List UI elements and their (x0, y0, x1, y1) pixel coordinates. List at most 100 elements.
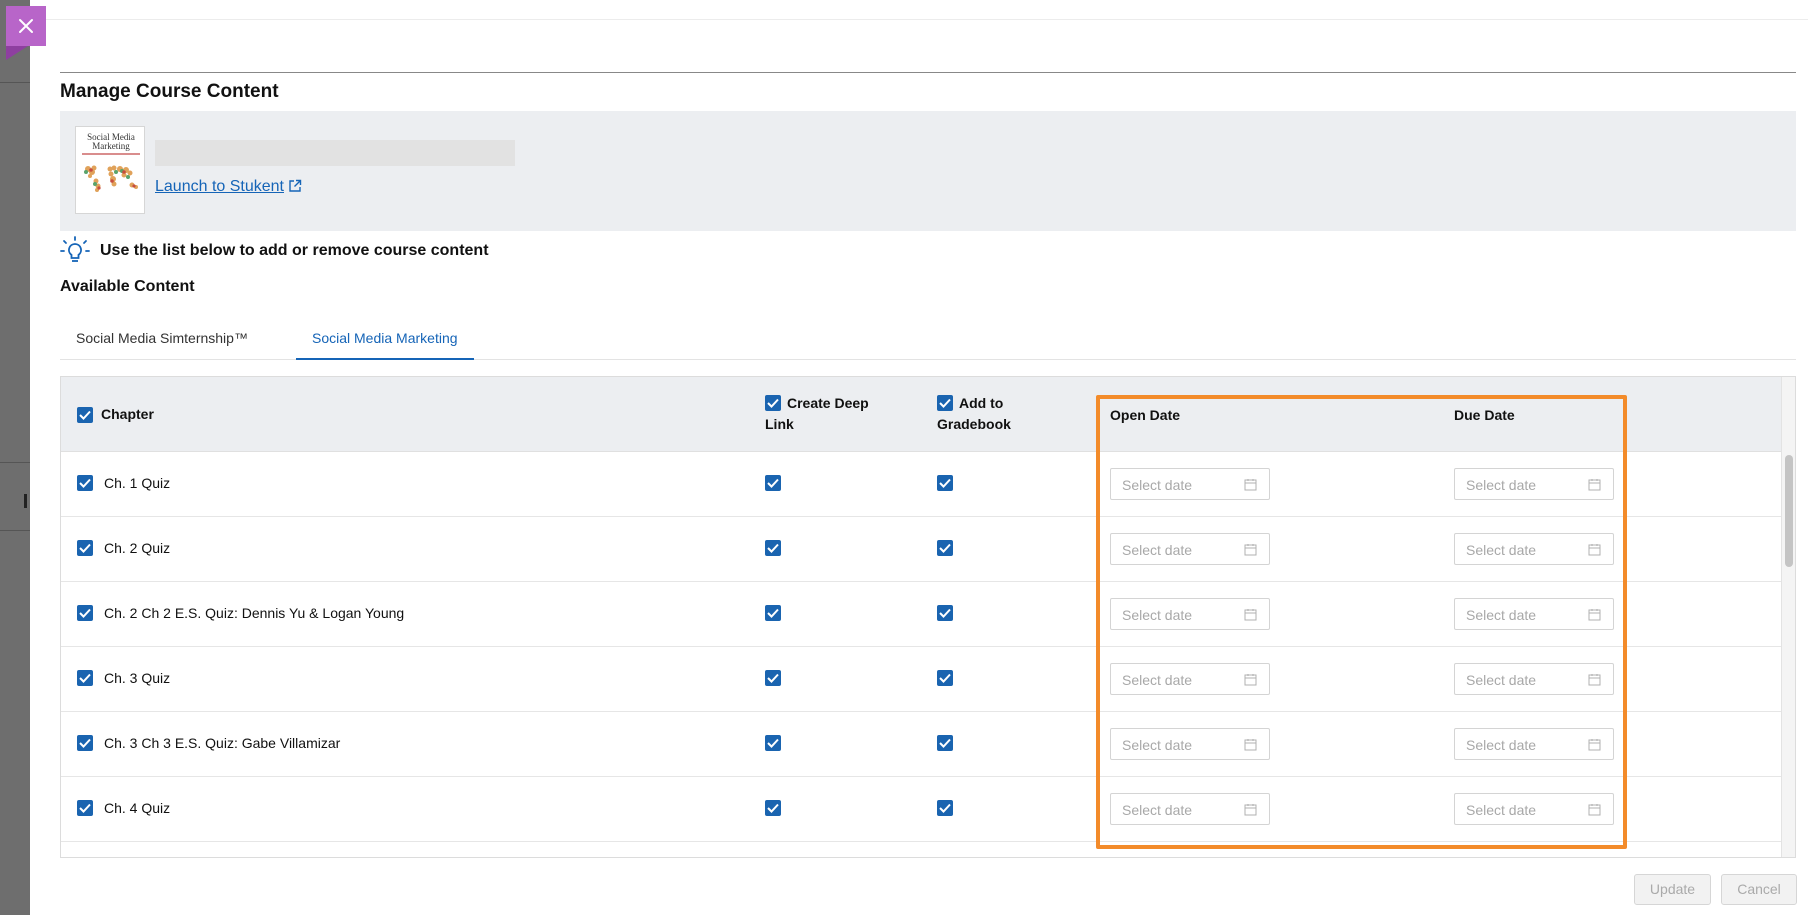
gradebook-checkbox[interactable] (937, 735, 953, 751)
deep-link-all-checkbox[interactable] (765, 395, 781, 411)
course-name-placeholder (155, 140, 515, 166)
open-date-placeholder: Select date (1122, 802, 1193, 818)
due-date-input[interactable]: Select date (1454, 468, 1614, 500)
check-icon (79, 803, 91, 813)
open-date-input[interactable]: Select date (1110, 728, 1270, 760)
open-date-placeholder: Select date (1122, 737, 1193, 753)
deep-link-checkbox[interactable] (765, 800, 781, 816)
chapter-name: Ch. 3 Ch 3 E.S. Quiz: Gabe Villamizar (104, 735, 341, 751)
update-button[interactable]: Update (1634, 874, 1711, 905)
check-icon (939, 478, 951, 488)
due-date-input[interactable]: Select date (1454, 663, 1614, 695)
tab-social-media-simternship[interactable]: Social Media Simternship™ (60, 320, 264, 360)
due-date-input[interactable]: Select date (1454, 533, 1614, 565)
calendar-icon (1588, 609, 1601, 621)
deep-link-checkbox[interactable] (765, 540, 781, 556)
gradebook-checkbox[interactable] (937, 670, 953, 686)
tab-social-media-marketing[interactable]: Social Media Marketing (296, 320, 474, 360)
row-select-checkbox[interactable] (77, 605, 93, 621)
check-icon (79, 478, 91, 488)
row-select-checkbox[interactable] (77, 735, 93, 751)
gradebook-cell (937, 605, 953, 626)
open-date-input[interactable]: Select date (1110, 468, 1270, 500)
available-content-label: Available Content (60, 278, 195, 295)
calendar-icon (1244, 609, 1257, 621)
calendar-icon (1244, 544, 1257, 556)
check-icon (767, 608, 779, 618)
deep-link-cell (765, 475, 781, 496)
due-date-input[interactable]: Select date (1454, 793, 1614, 825)
chapter-cell: Ch. 2 Ch 2 E.S. Quiz: Dennis Yu & Logan … (77, 605, 404, 621)
calendar-icon (1244, 479, 1257, 491)
open-date-input[interactable]: Select date (1110, 663, 1270, 695)
chapter-cell: Ch. 3 Ch 3 E.S. Quiz: Gabe Villamizar (77, 735, 340, 751)
deep-link-cell (765, 735, 781, 756)
check-icon (939, 543, 951, 553)
external-link-icon (289, 179, 302, 192)
check-icon (767, 673, 779, 683)
deep-link-checkbox[interactable] (765, 475, 781, 491)
table-row: Ch. 3 Ch 3 E.S. Quiz: Gabe Villamizar Sel… (61, 712, 1781, 777)
row-select-checkbox[interactable] (77, 475, 93, 491)
calendar-icon (1244, 739, 1257, 751)
calendar-icon (1244, 674, 1257, 686)
row-select-checkbox[interactable] (77, 540, 93, 556)
check-icon (79, 738, 91, 748)
gradebook-checkbox[interactable] (937, 475, 953, 491)
close-button[interactable] (6, 6, 46, 46)
deep-link-header: Create Deep Link (765, 393, 885, 435)
chapter-cell: Ch. 4 Quiz (77, 800, 170, 816)
gradebook-checkbox[interactable] (937, 605, 953, 621)
close-button-tab (6, 46, 28, 60)
gradebook-cell (937, 475, 953, 496)
table-scrollbar[interactable] (1781, 377, 1795, 857)
deep-link-checkbox[interactable] (765, 735, 781, 751)
launch-to-stukent-link[interactable]: Launch to Stukent (155, 178, 302, 196)
check-icon (79, 608, 91, 618)
due-date-placeholder: Select date (1466, 477, 1537, 493)
open-date-input[interactable]: Select date (1110, 793, 1270, 825)
deep-link-cell (765, 670, 781, 691)
check-icon (939, 803, 951, 813)
check-icon (79, 673, 91, 683)
check-icon (767, 738, 779, 748)
cancel-button[interactable]: Cancel (1721, 874, 1797, 905)
due-date-header: Due Date (1454, 407, 1515, 423)
divider (60, 72, 1796, 73)
chapter-name: Ch. 1 Quiz (104, 475, 171, 491)
scrollbar-thumb[interactable] (1785, 455, 1793, 567)
deep-link-checkbox[interactable] (765, 670, 781, 686)
deep-link-checkbox[interactable] (765, 605, 781, 621)
gradebook-checkbox[interactable] (937, 540, 953, 556)
chapter-cell: Ch. 3 Quiz (77, 670, 170, 686)
calendar-icon (1588, 739, 1601, 751)
calendar-icon (1588, 674, 1601, 686)
select-all-checkbox[interactable] (77, 406, 93, 423)
gradebook-checkbox[interactable] (937, 800, 953, 816)
table-header: Chapter Create Deep Link Add to Gradeboo… (61, 377, 1781, 452)
open-date-input[interactable]: Select date (1110, 598, 1270, 630)
course-thumbnail: Social Media Marketing (75, 126, 145, 214)
gradebook-cell (937, 540, 953, 561)
row-select-checkbox[interactable] (77, 800, 93, 816)
chapter-name: Ch. 4 Quiz (104, 800, 171, 816)
due-date-input[interactable]: Select date (1454, 598, 1614, 630)
content-table: Chapter Create Deep Link Add to Gradeboo… (60, 376, 1796, 858)
calendar-icon (1588, 804, 1601, 816)
gradebook-all-checkbox[interactable] (937, 395, 953, 411)
thumbnail-subtitle-bar (82, 153, 140, 155)
content-tabs: Social Media Simternship™ Social Media M… (60, 320, 1796, 360)
check-icon (767, 478, 779, 488)
table-row: Ch. 1 Quiz Select date Select date (61, 452, 1781, 517)
chapter-header: Chapter (77, 404, 154, 425)
check-icon (939, 673, 951, 683)
deep-link-cell (765, 800, 781, 821)
check-icon (79, 543, 91, 553)
row-select-checkbox[interactable] (77, 670, 93, 686)
calendar-icon (1588, 479, 1601, 491)
gradebook-cell (937, 735, 953, 756)
divider (30, 19, 1808, 20)
due-date-input[interactable]: Select date (1454, 728, 1614, 760)
open-date-input[interactable]: Select date (1110, 533, 1270, 565)
world-map-image (84, 165, 138, 192)
